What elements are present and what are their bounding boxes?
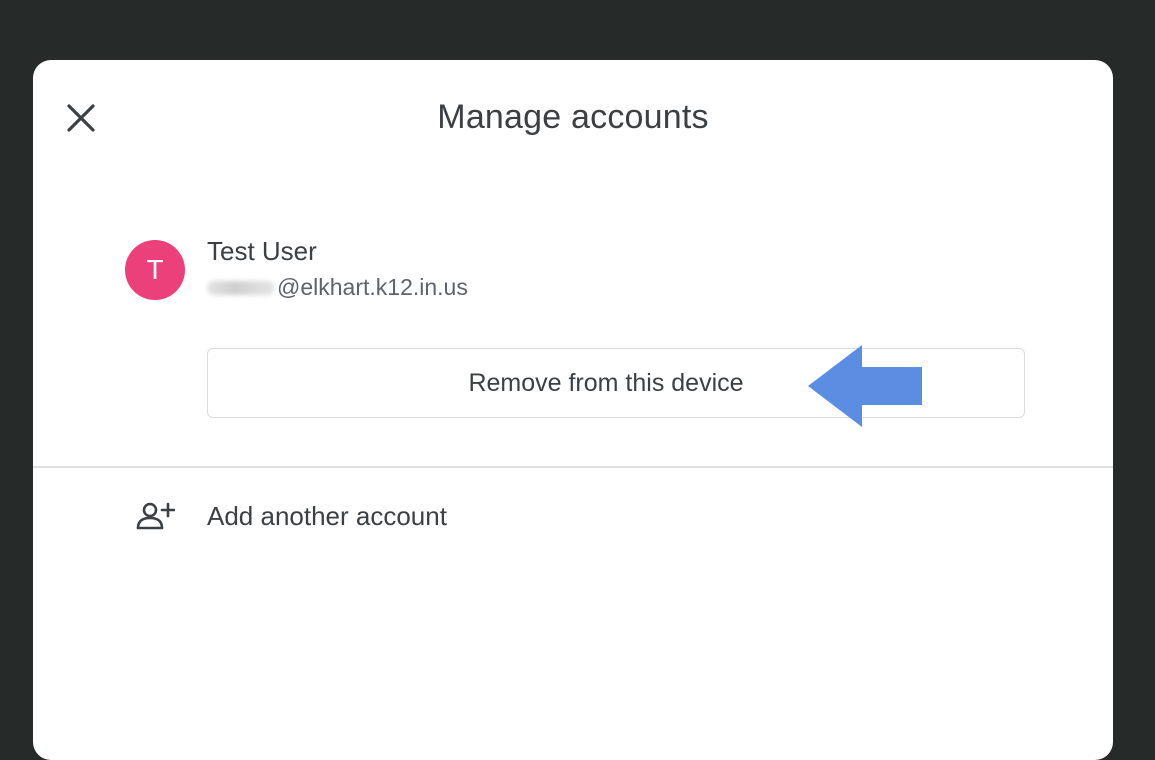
account-name: Test User xyxy=(207,236,317,266)
divider xyxy=(33,466,1113,468)
avatar: T xyxy=(125,240,185,300)
left-arrow-annotation xyxy=(808,345,922,427)
avatar-initial: T xyxy=(146,254,164,285)
add-another-account-button[interactable]: Add another account xyxy=(133,490,447,542)
account-email: @elkhart.k12.in.us xyxy=(207,274,468,301)
email-username-redacted xyxy=(207,280,275,295)
person-add-icon xyxy=(133,494,177,538)
manage-accounts-dialog: Manage accounts T Test User @elkhart.k12… xyxy=(33,60,1113,760)
dialog-title: Manage accounts xyxy=(437,98,709,136)
account-email-domain: @elkhart.k12.in.us xyxy=(277,274,468,300)
remove-button-label: Remove from this device xyxy=(468,368,744,397)
add-account-label: Add another account xyxy=(207,500,447,531)
